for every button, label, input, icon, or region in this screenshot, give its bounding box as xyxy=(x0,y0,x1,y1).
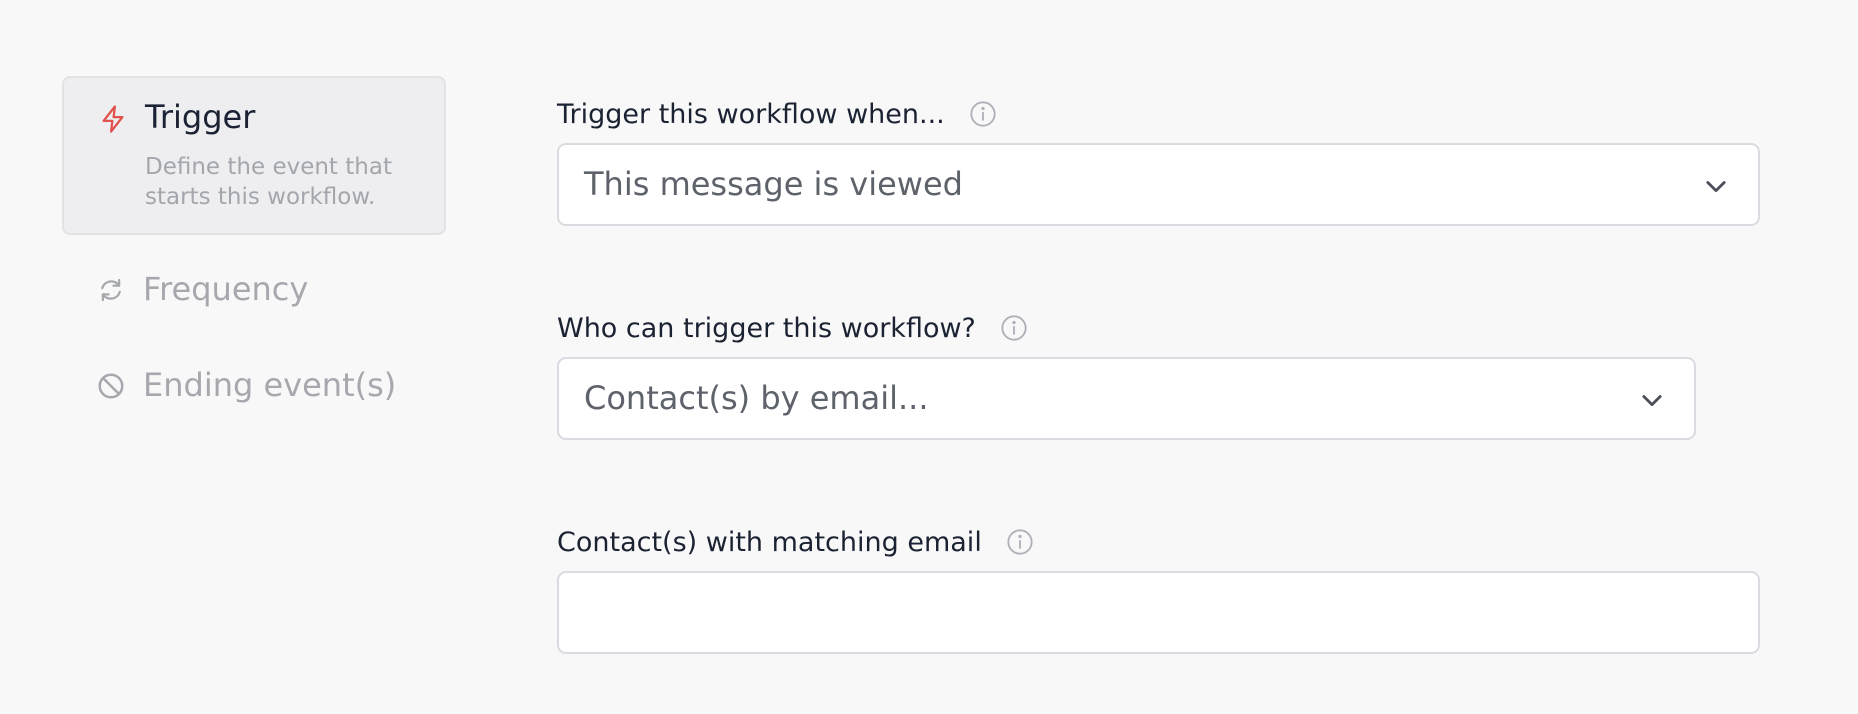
trigger-event-select[interactable]: This message is viewed xyxy=(557,143,1760,226)
trigger-event-field: Trigger this workflow when... This messa… xyxy=(557,94,1760,226)
who-can-trigger-label: Who can trigger this workflow? xyxy=(557,312,976,344)
trigger-event-label: Trigger this workflow when... xyxy=(557,98,945,130)
step-frequency-title: Frequency xyxy=(143,270,309,308)
trigger-event-value: This message is viewed xyxy=(584,165,963,203)
matching-email-input[interactable] xyxy=(557,571,1760,654)
trigger-event-label-row: Trigger this workflow when... xyxy=(557,94,1760,134)
who-can-trigger-label-row: Who can trigger this workflow? xyxy=(557,308,1696,348)
workflow-steps-sidebar: Trigger Define the event that starts thi… xyxy=(62,76,446,423)
step-ending-events-title: Ending event(s) xyxy=(143,366,397,404)
step-trigger-title: Trigger xyxy=(145,98,256,136)
matching-email-field: Contact(s) with matching email xyxy=(557,522,1760,654)
step-frequency[interactable]: Frequency xyxy=(62,257,446,327)
who-can-trigger-select[interactable]: Contact(s) by email... xyxy=(557,357,1696,440)
who-can-trigger-field: Who can trigger this workflow? Contact(s… xyxy=(557,308,1696,440)
info-icon[interactable] xyxy=(969,100,997,128)
matching-email-label: Contact(s) with matching email xyxy=(557,526,982,558)
chevron-down-icon xyxy=(1706,181,1726,193)
step-trigger[interactable]: Trigger Define the event that starts thi… xyxy=(62,76,446,235)
chevron-down-icon xyxy=(1642,395,1662,407)
info-icon[interactable] xyxy=(1000,314,1028,342)
info-icon[interactable] xyxy=(1006,528,1034,556)
lightning-icon xyxy=(102,105,124,133)
ban-icon xyxy=(98,373,124,399)
refresh-icon xyxy=(101,278,121,302)
matching-email-label-row: Contact(s) with matching email xyxy=(557,522,1760,562)
step-trigger-description: Define the event that starts this workfl… xyxy=(145,154,392,210)
who-can-trigger-value: Contact(s) by email... xyxy=(584,379,929,417)
step-ending-events[interactable]: Ending event(s) xyxy=(62,353,446,423)
